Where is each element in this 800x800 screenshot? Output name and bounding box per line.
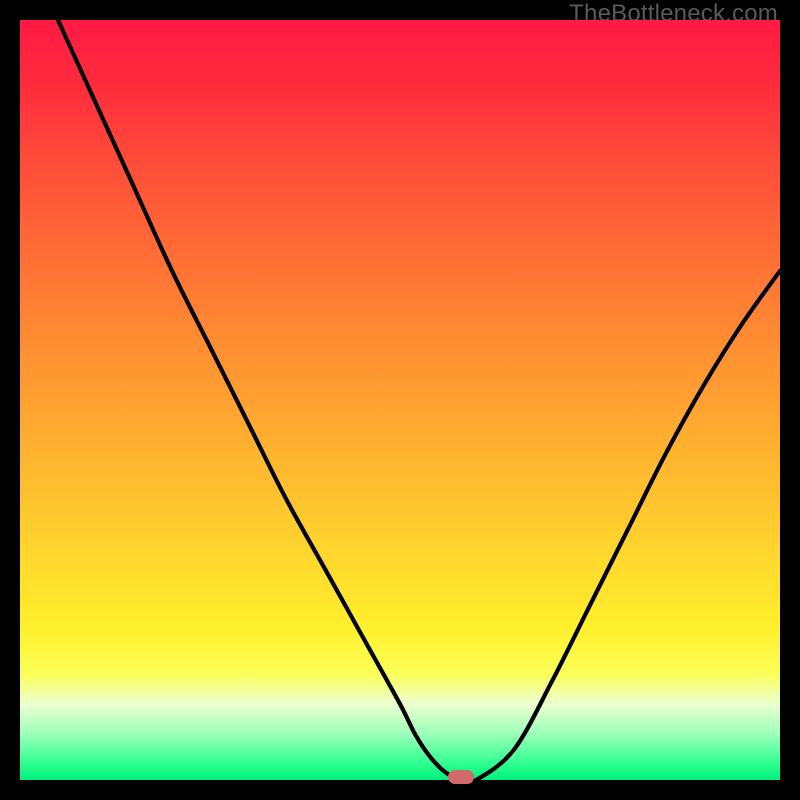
bottleneck-curve <box>20 20 780 780</box>
chart-frame: TheBottleneck.com <box>0 0 800 800</box>
plot-area <box>20 20 780 780</box>
minimum-marker <box>448 770 474 784</box>
